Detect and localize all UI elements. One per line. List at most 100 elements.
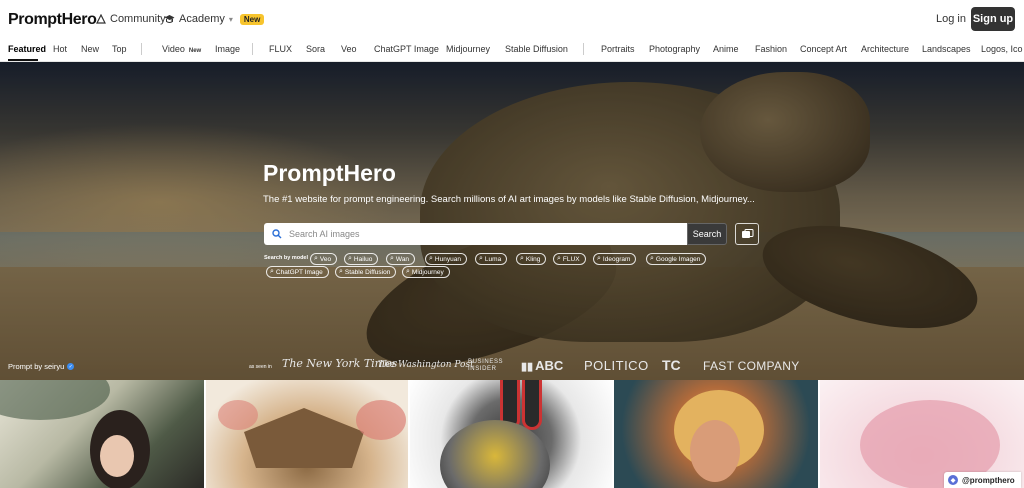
prompt-credit[interactable]: Prompt by seiryu ✓: [8, 362, 75, 371]
chevron-down-icon: ▾: [228, 14, 233, 24]
search-icon: ⌕: [390, 255, 394, 262]
image-grid: [0, 380, 1024, 488]
tab-featured[interactable]: Featured: [8, 44, 46, 54]
chip-label: Kling: [525, 255, 541, 263]
abc-mark-icon: ▮▮: [521, 361, 534, 373]
chip-label: FLUX: [562, 255, 580, 263]
model-chip[interactable]: ⌕ FLUX: [553, 253, 586, 265]
tab-top[interactable]: Top: [112, 44, 127, 54]
tab-concept-art[interactable]: Concept Art: [800, 44, 847, 54]
tab-video-label: Video: [162, 44, 185, 54]
tab-photography[interactable]: Photography: [649, 44, 700, 54]
active-tab-indicator: [8, 59, 38, 61]
divider: [583, 43, 584, 55]
chip-label: Wan: [395, 255, 410, 263]
graduation-cap-icon: [164, 15, 175, 23]
search-icon: ⌕: [597, 255, 601, 262]
model-chip[interactable]: ⌕ ChatGPT Image: [266, 266, 329, 278]
tab-midjourney[interactable]: Midjourney: [446, 44, 490, 54]
tab-landscapes[interactable]: Landscapes: [922, 44, 971, 54]
chip-label: Google Imagen: [655, 255, 701, 263]
search-button[interactable]: Search: [687, 223, 727, 245]
prompt-credit-text: Prompt by seiryu: [8, 362, 65, 371]
watermark: ◆ @prompthero: [944, 472, 1021, 488]
image-search-button[interactable]: [735, 223, 759, 245]
model-chip[interactable]: ⌕ Veo: [310, 253, 338, 265]
image-card[interactable]: [614, 380, 818, 488]
hero-overlay: [0, 62, 1024, 380]
academy-label: Academy: [179, 13, 225, 25]
model-chip[interactable]: ⌕ Hunyuan: [425, 253, 467, 265]
image-card[interactable]: [410, 380, 612, 488]
image-card[interactable]: [0, 380, 204, 488]
search-icon: ⌕: [348, 255, 352, 262]
image-card[interactable]: [206, 380, 408, 488]
search-icon: ⌕: [339, 268, 343, 275]
chip-label: Veo: [319, 255, 332, 263]
model-chip[interactable]: ⌕ Ideogram: [593, 253, 637, 265]
tab-image[interactable]: Image: [215, 44, 240, 54]
model-chip[interactable]: ⌕ Hailuo: [344, 253, 379, 265]
community-menu[interactable]: Community ▾: [96, 13, 174, 25]
press-logo-text: BUSINESS INSIDER: [468, 359, 504, 372]
tab-hot[interactable]: Hot: [53, 44, 67, 54]
model-chip[interactable]: ⌕ Kling: [516, 253, 547, 265]
model-chip[interactable]: ⌕ Wan: [386, 253, 416, 265]
model-chip[interactable]: ⌕ Google Imagen: [646, 253, 707, 265]
blossom-shape: [356, 400, 406, 440]
tab-stable-diffusion[interactable]: Stable Diffusion: [505, 44, 568, 54]
divider: [252, 43, 253, 55]
tab-portraits[interactable]: Portraits: [601, 44, 635, 54]
tab-flux[interactable]: FLUX: [269, 44, 292, 54]
press-logo-text: ABC: [535, 358, 564, 373]
umbrella-shape: [0, 380, 110, 420]
search-icon: ⌕: [479, 255, 483, 262]
chip-label: Luma: [484, 255, 502, 263]
tab-fashion[interactable]: Fashion: [755, 44, 787, 54]
model-chip[interactable]: ⌕ Midjourney: [402, 266, 450, 278]
search-icon: ⌕: [650, 255, 654, 262]
face-shape: [100, 435, 134, 477]
tab-veo[interactable]: Veo: [341, 44, 357, 54]
hero-banner: PromptHero The #1 website for prompt eng…: [0, 62, 1024, 380]
community-label: Community: [110, 13, 166, 25]
tab-logos-icons[interactable]: Logos, Ico: [981, 44, 1023, 54]
tab-chatgpt-image[interactable]: ChatGPT Image: [374, 44, 439, 54]
search-icon: ⌕: [520, 255, 524, 262]
new-badge: New: [188, 48, 202, 54]
search-icon: ⌕: [270, 268, 274, 275]
press-logo-techcrunch: TC: [662, 357, 681, 373]
academy-menu[interactable]: Academy ▾ New: [164, 13, 265, 25]
new-badge: New: [239, 13, 265, 25]
search-icon: ⌕: [314, 255, 318, 262]
helmet-shape: [440, 420, 550, 488]
divider: [141, 43, 142, 55]
search-icon: ⌕: [429, 255, 433, 262]
site-logo[interactable]: PromptHero: [8, 11, 97, 29]
tab-sora[interactable]: Sora: [306, 44, 325, 54]
tab-new[interactable]: New: [81, 44, 99, 54]
chip-label: Hailuo: [353, 255, 373, 263]
search-input[interactable]: [289, 229, 649, 239]
login-link[interactable]: Log in: [936, 13, 966, 25]
search-by-model-label: Search by model: [264, 255, 309, 261]
press-logo-business-insider: BUSINESS INSIDER: [468, 359, 504, 373]
press-logo-washington-post: The Washington Post: [378, 360, 474, 370]
search-icon: ⌕: [557, 255, 561, 262]
search-icon: [272, 229, 282, 239]
image-upload-icon: [741, 229, 753, 238]
verified-icon: ✓: [67, 363, 75, 370]
press-logo-fast-company: FAST COMPANY: [703, 359, 800, 373]
signup-button[interactable]: Sign up: [971, 7, 1015, 31]
chip-label: Hunyuan: [434, 255, 461, 263]
tab-architecture[interactable]: Architecture: [861, 44, 909, 54]
hero-title: PromptHero: [263, 160, 396, 186]
chip-label: Midjourney: [411, 268, 444, 276]
model-chip[interactable]: ⌕ Stable Diffusion: [335, 266, 397, 278]
search-bar: [264, 223, 688, 245]
tab-anime[interactable]: Anime: [713, 44, 739, 54]
press-logo-politico: POLITICO: [584, 358, 649, 373]
tab-video[interactable]: Video New: [162, 44, 201, 54]
blossom-shape: [218, 400, 258, 430]
model-chip[interactable]: ⌕ Luma: [475, 253, 508, 265]
